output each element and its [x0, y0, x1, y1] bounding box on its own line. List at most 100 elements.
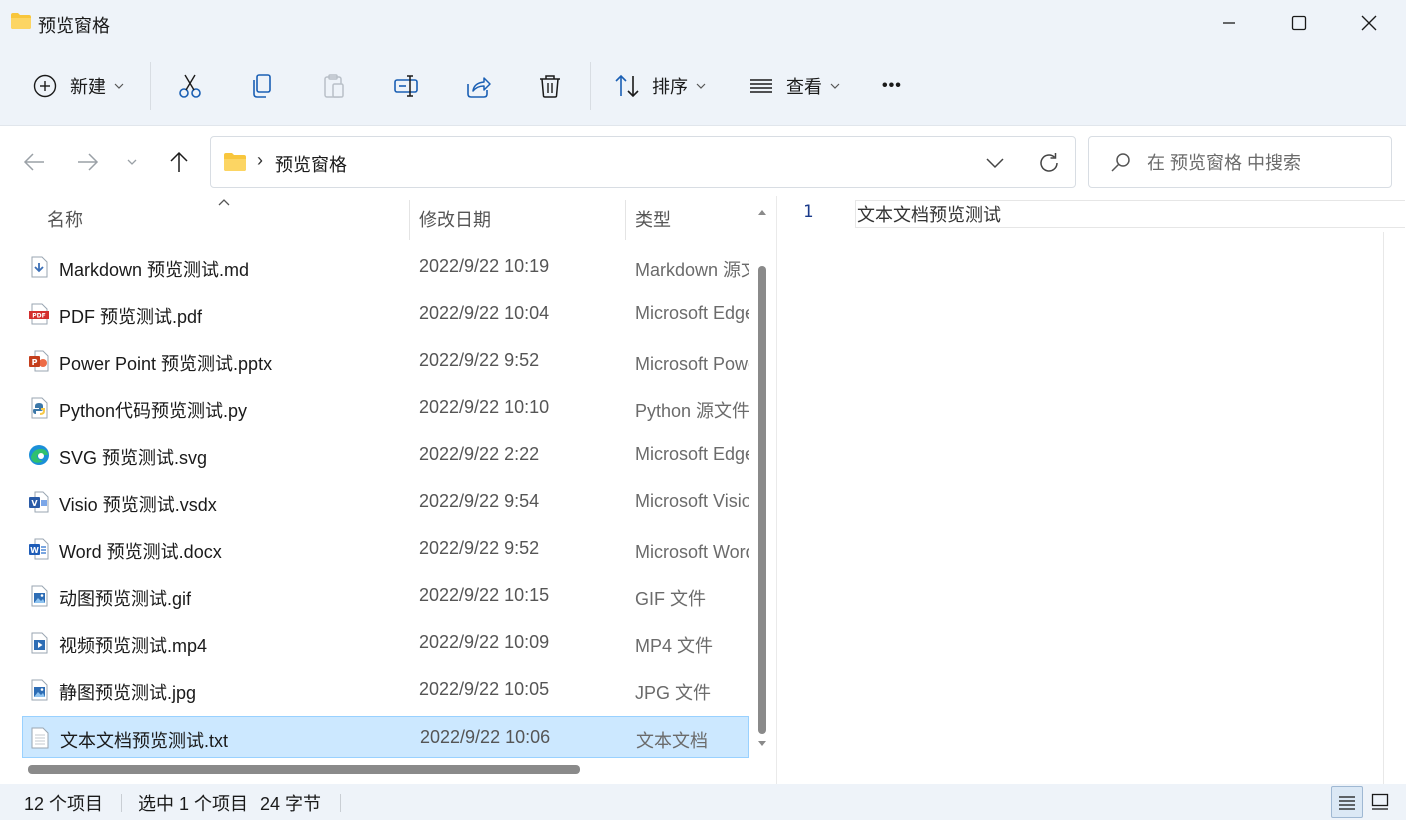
edge-file-icon	[29, 445, 49, 465]
file-row[interactable]: PDF PDF 预览测试.pdf 2022/9/22 10:04 Microso…	[22, 293, 749, 335]
close-button[interactable]	[1334, 0, 1404, 46]
copy-button[interactable]	[248, 64, 276, 108]
file-date: 2022/9/22 10:06	[420, 727, 551, 747]
arrow-up-icon	[170, 151, 188, 172]
file-name: SVG 预览测试.svg	[59, 448, 208, 468]
file-row[interactable]: W Word 预览测试.docx 2022/9/22 9:52 Microsof…	[22, 528, 749, 570]
file-row[interactable]: V Visio 预览测试.vsdx 2022/9/22 9:54 Microso…	[22, 481, 749, 523]
file-type: Microsoft Edge PDF Document	[635, 303, 749, 323]
view-list-icon	[750, 79, 772, 93]
search-icon	[1111, 153, 1130, 172]
visio-file-icon: V	[29, 491, 49, 513]
image-file-icon	[31, 679, 48, 701]
column-header-type[interactable]: 类型	[635, 196, 671, 242]
tiles-view-icon	[1371, 793, 1389, 810]
status-divider	[340, 794, 341, 812]
search-input[interactable]	[1147, 151, 1377, 175]
column-header-name[interactable]: 名称	[47, 196, 83, 242]
preview-margin-line	[1383, 232, 1384, 784]
new-button[interactable]: 新建	[32, 64, 124, 108]
forward-button[interactable]	[72, 146, 104, 178]
sort-icon	[615, 74, 639, 98]
text-file-icon	[31, 727, 49, 749]
large-icons-view-button[interactable]	[1364, 786, 1396, 818]
search-box[interactable]	[1088, 136, 1392, 188]
view-label: 查看	[786, 77, 822, 97]
column-divider[interactable]	[409, 200, 410, 240]
up-button[interactable]	[163, 146, 195, 178]
sort-button[interactable]: 排序	[614, 64, 706, 108]
column-header-type-label: 类型	[635, 210, 671, 230]
file-date: 2022/9/22 9:52	[419, 538, 540, 558]
refresh-icon[interactable]	[1037, 151, 1061, 175]
svg-text:P: P	[32, 358, 38, 367]
file-name: Markdown 预览测试.md	[59, 260, 250, 280]
vertical-scroll-thumb[interactable]	[758, 266, 766, 734]
file-row[interactable]: SVG 预览测试.svg 2022/9/22 2:22 Microsoft Ed…	[22, 434, 749, 476]
back-button[interactable]	[18, 146, 50, 178]
file-type: Microsoft Visio Drawing	[635, 491, 749, 511]
column-divider[interactable]	[625, 200, 626, 240]
maximize-button[interactable]	[1264, 0, 1334, 46]
rename-icon	[394, 75, 418, 97]
details-view-icon	[1339, 796, 1355, 810]
file-row[interactable]: 动图预览测试.gif 2022/9/22 10:15 GIF 文件	[22, 575, 749, 617]
file-row-selected[interactable]: 文本文档预览测试.txt 2022/9/22 10:06 文本文档	[22, 716, 749, 758]
file-row[interactable]: Python代码预览测试.py 2022/9/22 10:10 Python 源…	[22, 387, 749, 429]
address-bar[interactable]: › 预览窗格	[210, 136, 1076, 188]
horizontal-scrollbar[interactable]	[22, 762, 750, 776]
horizontal-scroll-thumb[interactable]	[28, 765, 580, 774]
file-name: Python代码预览测试.py	[59, 401, 248, 421]
file-row[interactable]: Markdown 预览测试.md 2022/9/22 10:19 Markdow…	[22, 246, 749, 288]
file-name: PDF 预览测试.pdf	[59, 307, 203, 327]
file-row[interactable]: 静图预览测试.jpg 2022/9/22 10:05 JPG 文件	[22, 669, 749, 711]
powerpoint-file-icon: P	[29, 350, 49, 372]
delete-button[interactable]	[536, 64, 564, 108]
python-file-icon	[31, 397, 48, 419]
plus-circle-icon	[33, 74, 57, 98]
window-title: 预览窗格	[38, 16, 110, 36]
sort-label: 排序	[652, 77, 688, 97]
file-type: MP4 文件	[635, 636, 714, 656]
scissors-icon	[179, 74, 201, 98]
chevron-down-icon	[114, 83, 124, 89]
clipboard-icon	[324, 74, 344, 98]
recent-locations-button[interactable]	[116, 146, 148, 178]
rename-button[interactable]	[392, 64, 420, 108]
file-list-pane: 名称 修改日期 类型 Markdown 预览测试.md 2022/9/22 10…	[0, 196, 776, 784]
selection-count: 选中 1 个项目	[138, 794, 249, 814]
file-row[interactable]: 视频预览测试.mp4 2022/9/22 10:09 MP4 文件	[22, 622, 749, 664]
svg-text:W: W	[30, 546, 39, 555]
column-header-name-label: 名称	[47, 210, 83, 230]
minimize-button[interactable]	[1194, 0, 1264, 46]
share-button[interactable]	[464, 64, 492, 108]
breadcrumb-item[interactable]: 预览窗格	[275, 151, 347, 177]
status-bar: 12 个项目 选中 1 个项目 24 字节	[0, 784, 1406, 820]
paste-button	[320, 64, 348, 108]
title-bar: 预览窗格	[0, 0, 1406, 46]
line-number: 1	[803, 202, 814, 222]
file-name: 文本文档预览测试.txt	[60, 731, 229, 751]
trash-icon	[540, 75, 560, 98]
more-options-button[interactable]: •••	[882, 64, 902, 108]
command-bar: 新建 排序 查看 •••	[0, 46, 1406, 126]
vertical-scrollbar[interactable]	[754, 200, 770, 754]
arrow-right-icon	[78, 153, 99, 171]
item-count: 12 个项目	[24, 794, 104, 814]
navigation-bar: › 预览窗格	[0, 126, 1406, 196]
scroll-down-icon	[758, 741, 766, 746]
column-header-date[interactable]: 修改日期	[419, 196, 491, 242]
chevron-down-icon	[127, 159, 137, 165]
view-button[interactable]: 查看	[748, 64, 840, 108]
svg-text:PDF: PDF	[32, 313, 45, 320]
copy-icon	[253, 74, 271, 98]
chevron-down-icon[interactable]	[983, 151, 1007, 175]
more-icon: •••	[882, 77, 902, 94]
file-date: 2022/9/22 9:54	[419, 491, 540, 511]
pdf-file-icon: PDF	[29, 303, 49, 325]
cut-button[interactable]	[176, 64, 204, 108]
file-row[interactable]: P Power Point 预览测试.pptx 2022/9/22 9:52 M…	[22, 340, 749, 382]
new-label: 新建	[70, 77, 106, 97]
details-view-button[interactable]	[1331, 786, 1363, 818]
folder-icon	[224, 153, 246, 171]
